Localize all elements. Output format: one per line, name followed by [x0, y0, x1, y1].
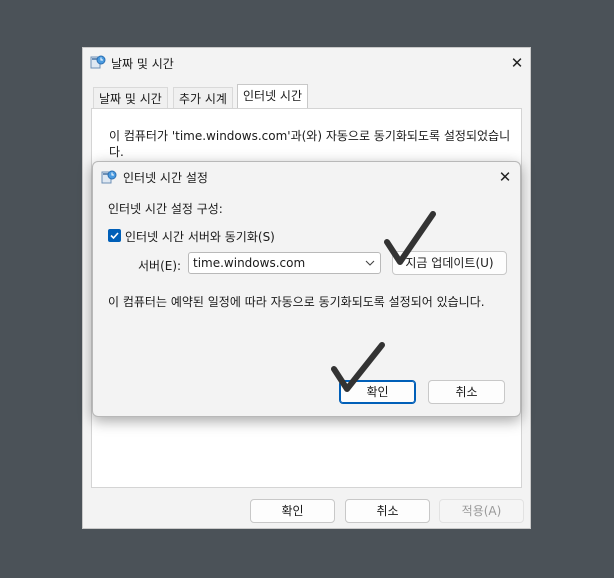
- schedule-text: 이 컴퓨터는 예약된 일정에 따라 자동으로 동기화되도록 설정되어 있습니다.: [108, 295, 485, 309]
- close-icon[interactable]: ✕: [509, 56, 525, 72]
- dialog-title: 날짜 및 시간: [111, 57, 174, 71]
- checkmark-annotation-icon: [331, 342, 385, 392]
- sync-status-text: 이 컴퓨터가 'time.windows.com'과(와) 자동으로 동기화되도…: [109, 129, 511, 159]
- chevron-down-icon[interactable]: [365, 253, 375, 273]
- tab-additional-clocks[interactable]: 추가 시계: [173, 87, 233, 109]
- server-value: time.windows.com: [193, 256, 306, 270]
- apply-button[interactable]: 적용(A): [439, 499, 524, 523]
- server-combobox[interactable]: time.windows.com: [188, 252, 381, 274]
- inner-cancel-button[interactable]: 취소: [428, 380, 505, 404]
- ok-button[interactable]: 확인: [250, 499, 335, 523]
- checkmark-annotation-icon: [384, 211, 436, 265]
- clock-globe-icon: [101, 169, 117, 185]
- clock-globe-icon: [90, 54, 106, 70]
- close-icon[interactable]: ✕: [497, 170, 513, 186]
- sync-checkbox[interactable]: [108, 229, 121, 242]
- section-label: 인터넷 시간 설정 구성:: [108, 202, 223, 216]
- cancel-button[interactable]: 취소: [345, 499, 430, 523]
- tab-date-time[interactable]: 날짜 및 시간: [93, 87, 168, 109]
- tab-internet-time[interactable]: 인터넷 시간: [237, 84, 309, 109]
- internet-time-settings-dialog: 인터넷 시간 설정 ✕ 인터넷 시간 설정 구성: 인터넷 시간 서버와 동기화…: [92, 161, 521, 417]
- settings-dialog-title: 인터넷 시간 설정: [123, 171, 208, 185]
- server-label: 서버(E):: [138, 259, 182, 273]
- tab-strip: 날짜 및 시간 추가 시계 인터넷 시간: [91, 84, 391, 109]
- sync-checkbox-label[interactable]: 인터넷 시간 서버와 동기화(S): [125, 228, 275, 245]
